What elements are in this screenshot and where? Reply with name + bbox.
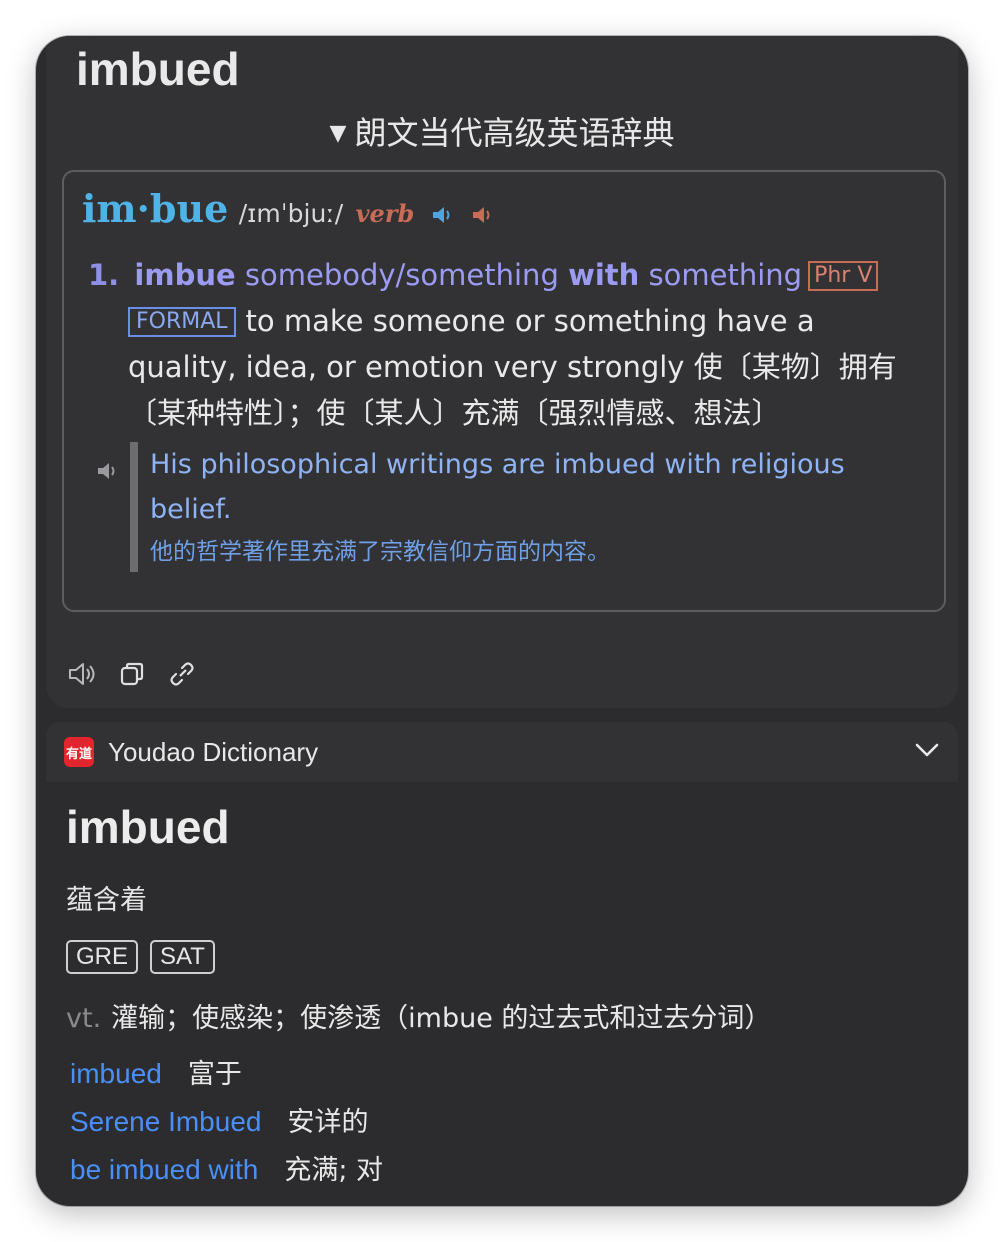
pattern-object-2: something bbox=[648, 258, 803, 292]
example-sentence: His philosophical writings are imbued wi… bbox=[130, 442, 930, 572]
entry-header: im·bue /ɪmˈbjuː/ verb bbox=[82, 186, 495, 234]
phrv-tag: Phr V bbox=[808, 261, 879, 291]
pattern-object: somebody/something bbox=[244, 258, 559, 292]
phrase-row: Serene Imbued 安详的 bbox=[70, 1100, 368, 1139]
phrase-link[interactable]: imbued bbox=[70, 1058, 162, 1089]
definition-en-1: to make someone or something have a bbox=[245, 304, 815, 338]
youdao-title: Youdao Dictionary bbox=[108, 737, 319, 767]
triangle-down-icon: ▼ bbox=[329, 121, 347, 146]
exam-tags: GRE SAT bbox=[66, 940, 215, 974]
part-of-speech: verb bbox=[355, 199, 415, 228]
pattern-word: imbue bbox=[134, 258, 236, 292]
dictionary-title: 朗文当代高级英语辞典 bbox=[354, 114, 675, 152]
definition-zh-2: 〔某种特性〕；使〔某人〕充满〔强烈情感、想法〕 bbox=[128, 396, 781, 430]
pronunciation: /ɪmˈbjuː/ bbox=[238, 199, 344, 228]
chevron-down-icon[interactable] bbox=[914, 740, 940, 765]
dictionary-window: imbued ▼ 朗文当代高级英语辞典 im·bue /ɪmˈbjuː/ verb… bbox=[36, 36, 968, 1206]
tag-sat: SAT bbox=[150, 940, 215, 974]
phrase-translation: 充满; 对 bbox=[284, 1155, 384, 1186]
link-icon[interactable] bbox=[166, 658, 198, 690]
speaker-british-icon[interactable] bbox=[431, 204, 455, 231]
tag-gre: GRE bbox=[66, 940, 139, 974]
dictionary-section-toggle[interactable]: ▼ 朗文当代高级英语辞典 bbox=[46, 108, 958, 154]
definition-zh-1: 使〔某物〕拥有 bbox=[693, 350, 897, 384]
longman-panel: imbued ▼ 朗文当代高级英语辞典 im·bue /ɪmˈbjuː/ verb… bbox=[46, 36, 958, 708]
entry-card: im·bue /ɪmˈbjuː/ verb 1. imbue somebody/… bbox=[62, 170, 946, 612]
entry-headword: im·bue bbox=[82, 186, 229, 231]
youdao-translation: 蕴含着 bbox=[66, 885, 147, 916]
phrase-translation: 安详的 bbox=[287, 1107, 369, 1138]
sense-1: 1. imbue somebody/something with somethi… bbox=[88, 252, 928, 436]
phrase-translation: 富于 bbox=[187, 1059, 242, 1090]
youdao-definition: vt. 灌输；使感染；使渗透（imbue 的过去式和过去分词） bbox=[66, 996, 771, 1035]
speaker-american-icon[interactable] bbox=[471, 204, 495, 231]
definition-block: FORMAL to make someone or something have … bbox=[88, 298, 928, 436]
copy-icon[interactable] bbox=[116, 658, 148, 690]
definition-en-2: quality, idea, or emotion very strongly bbox=[128, 350, 685, 384]
formal-tag: FORMAL bbox=[128, 307, 236, 337]
phrase-link[interactable]: be imbued with bbox=[70, 1154, 258, 1185]
speaker-icon[interactable] bbox=[66, 658, 98, 690]
sense-number: 1. bbox=[88, 258, 120, 292]
pattern-with: with bbox=[568, 258, 640, 292]
action-bar bbox=[66, 658, 198, 690]
phrase-row: be imbued with 充满; 对 bbox=[70, 1148, 383, 1187]
example-speaker-icon[interactable] bbox=[96, 460, 120, 487]
example-en: His philosophical writings are imbued wi… bbox=[150, 449, 845, 525]
headword: imbued bbox=[76, 43, 240, 95]
youdao-word: imbued bbox=[66, 801, 230, 853]
phrase-row: imbued 富于 bbox=[70, 1052, 242, 1091]
youdao-definition-text: 灌输；使感染；使渗透（imbue 的过去式和过去分词） bbox=[111, 1003, 772, 1034]
youdao-logo: 有道 bbox=[64, 737, 94, 767]
example-zh: 他的哲学著作里充满了宗教信仰方面的内容。 bbox=[150, 539, 610, 565]
phrase-link[interactable]: Serene Imbued bbox=[70, 1106, 261, 1137]
youdao-pos: vt. bbox=[66, 1003, 102, 1034]
youdao-section-header[interactable]: 有道 Youdao Dictionary bbox=[46, 722, 958, 782]
